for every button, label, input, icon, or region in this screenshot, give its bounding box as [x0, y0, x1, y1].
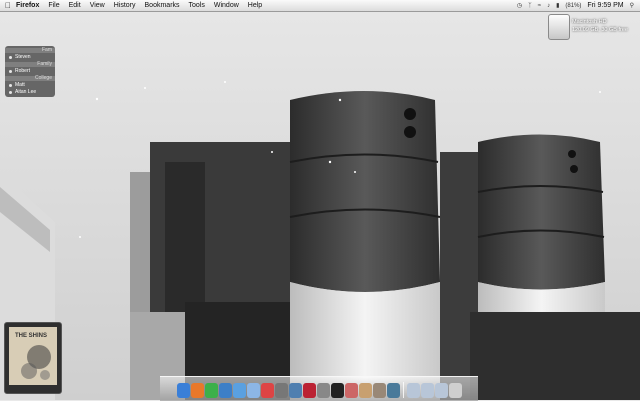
apple-menu-icon[interactable]:  — [0, 1, 16, 10]
mail-icon[interactable] — [246, 383, 260, 398]
preview-icon[interactable] — [274, 383, 288, 398]
menu-view[interactable]: View — [90, 2, 105, 9]
dictionary-icon[interactable] — [372, 383, 386, 398]
ichat-icon[interactable] — [232, 383, 246, 398]
buddy-list-item[interactable]: Aitan Lee — [5, 89, 55, 96]
buddy-group-header[interactable]: College — [5, 76, 55, 81]
menu-tools[interactable]: Tools — [189, 2, 205, 9]
battery-icon[interactable]: ▮ — [556, 2, 559, 9]
spotlight-icon[interactable]: ⚲ — [630, 2, 634, 9]
buddy-list-item[interactable]: Robert — [5, 68, 55, 75]
downloads-folder-icon[interactable] — [420, 383, 434, 398]
menu-file[interactable]: File — [48, 2, 59, 9]
battery-percent[interactable]: (81%) — [565, 3, 581, 9]
hard-drive-name: Macintosh HD — [572, 19, 607, 25]
menu-window[interactable]: Window — [214, 2, 239, 9]
buddy-list-widget: Fam Steven Family Robert College Matt Ai… — [5, 46, 55, 97]
terminal-icon[interactable] — [330, 383, 344, 398]
menu-history[interactable]: History — [114, 2, 136, 9]
hard-drive-label[interactable]: Macintosh HD 120.09 GB, 30 GB free — [572, 18, 628, 34]
dock — [160, 376, 478, 401]
menu-app-name[interactable]: Firefox — [16, 2, 39, 9]
bluetooth-icon[interactable]: ᛉ — [528, 3, 532, 9]
documents-folder-icon[interactable] — [406, 383, 420, 398]
time-machine-icon[interactable]: ◷ — [517, 2, 522, 9]
album-cover: THE SHINS — [9, 327, 57, 385]
finder-icon[interactable] — [176, 383, 190, 398]
applications-folder-icon[interactable] — [434, 383, 448, 398]
hard-drive-info: 120.09 GB, 30 GB free — [572, 27, 628, 33]
menu-bar:  Firefox File Edit View History Bookmar… — [0, 0, 640, 12]
wifi-icon[interactable]: ≈ — [538, 3, 541, 9]
buddy-group-header[interactable]: Family — [5, 62, 55, 67]
desktop-wallpaper — [0, 12, 640, 400]
itunes-icon[interactable] — [288, 383, 302, 398]
album-title: THE SHINS — [15, 333, 48, 339]
photobooth-icon[interactable] — [302, 383, 316, 398]
camino-icon[interactable] — [344, 383, 358, 398]
timemachine-icon[interactable] — [386, 383, 400, 398]
adium-icon[interactable] — [204, 383, 218, 398]
volume-icon[interactable]: ♪ — [547, 3, 550, 9]
menu-bookmarks[interactable]: Bookmarks — [145, 2, 180, 9]
system-preferences-icon[interactable] — [316, 383, 330, 398]
safari-icon[interactable] — [218, 383, 232, 398]
buddy-group-header[interactable]: Fam — [5, 48, 55, 53]
ical-icon[interactable] — [260, 383, 274, 398]
hard-drive-icon[interactable] — [548, 14, 570, 40]
buddy-list-item[interactable]: Steven — [5, 54, 55, 61]
textedit-icon[interactable] — [358, 383, 372, 398]
trash-icon[interactable] — [448, 383, 462, 398]
dock-separator — [402, 382, 404, 398]
firefox-icon[interactable] — [190, 383, 204, 398]
buddy-list-item[interactable]: Matt — [5, 82, 55, 89]
menu-help[interactable]: Help — [248, 2, 262, 9]
menu-clock[interactable]: Fri 9:59 PM — [587, 2, 623, 9]
album-art-widget[interactable]: THE SHINS — [4, 322, 62, 394]
menu-edit[interactable]: Edit — [69, 2, 81, 9]
